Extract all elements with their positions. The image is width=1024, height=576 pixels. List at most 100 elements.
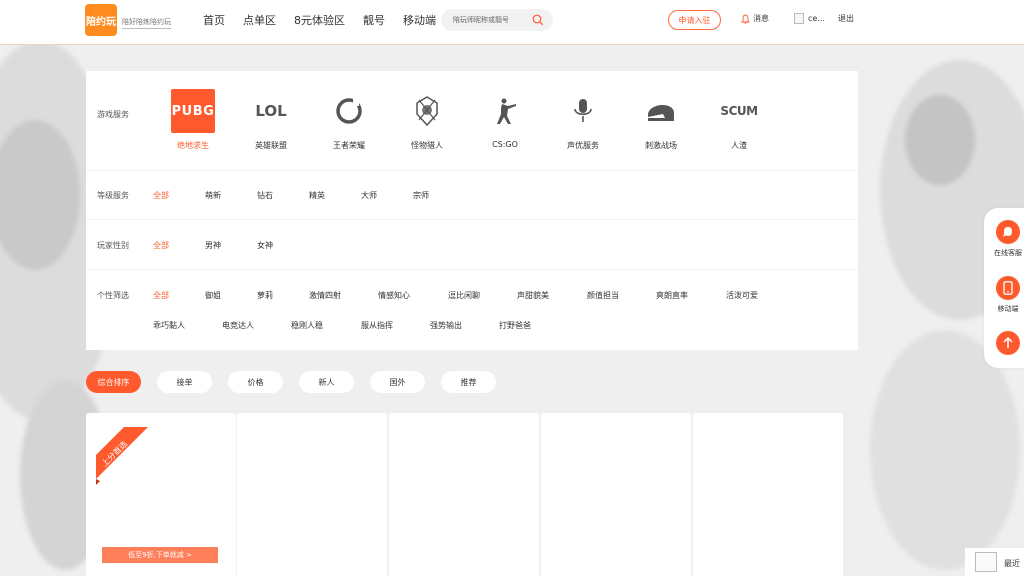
apply-join-button[interactable]: 申请入驻	[668, 10, 721, 30]
game-pubg[interactable]: PUBG 绝地求生	[154, 89, 232, 151]
game-honor-of-kings[interactable]: 王者荣耀	[310, 89, 388, 151]
gender-option-all[interactable]: 全部	[153, 240, 205, 251]
scum-logo-icon: SCUM	[720, 104, 758, 118]
level-option[interactable]: 钻石	[257, 190, 309, 201]
game-name: 人渣	[731, 141, 747, 150]
mobile-app-label: 移动端	[997, 305, 1019, 313]
sort-tab-overall[interactable]: 综合排序	[86, 371, 141, 393]
personality-option[interactable]: 活泼可爱	[726, 290, 786, 301]
personality-option[interactable]: 乖巧黏人	[153, 320, 222, 331]
player-card[interactable]	[693, 413, 843, 576]
game-service-label: 游戏服务	[97, 110, 129, 119]
game-csgo[interactable]: CS:GO	[466, 89, 544, 151]
level-option-all[interactable]: 全部	[153, 190, 205, 201]
filter-panel: 游戏服务 PUBG 绝地求生 LOL 英雄联盟 王者荣耀 怪物猎人 CS:GO …	[86, 71, 858, 350]
level-option[interactable]: 大师	[361, 190, 413, 201]
personality-options-row2: 乖巧黏人 电竞达人 稳刚人稳 服从指挥 强势输出 打野爸爸	[153, 320, 568, 331]
level-options: 全部 萌新 钻石 精英 大师 宗师	[153, 190, 465, 201]
level-option[interactable]: 萌新	[205, 190, 257, 201]
sort-tab-overseas[interactable]: 国外	[370, 371, 425, 393]
nav-vanity-number[interactable]: 靓号	[363, 12, 385, 28]
game-lol[interactable]: LOL 英雄联盟	[232, 89, 310, 151]
game-name: 绝地求生	[177, 141, 209, 150]
game-pubg-mobile[interactable]: 刺激战场	[622, 89, 700, 151]
logo-text: 陪约玩	[86, 16, 116, 28]
csgo-logo-icon	[483, 89, 527, 133]
player-card[interactable]	[541, 413, 691, 576]
logo-slogan: 陪好陪练陪约玩	[122, 17, 171, 29]
level-option[interactable]: 宗师	[413, 190, 465, 201]
search-input[interactable]	[453, 12, 533, 28]
microphone-icon	[561, 89, 605, 133]
sort-tab-new[interactable]: 新人	[299, 371, 354, 393]
game-voice-service[interactable]: 声优服务	[544, 89, 622, 151]
site-logo[interactable]: 陪约玩	[85, 4, 117, 36]
personality-option[interactable]: 稳刚人稳	[291, 320, 361, 331]
game-name: 怪物猎人	[411, 141, 443, 150]
game-name: 王者荣耀	[333, 141, 365, 150]
nav-trial-zone[interactable]: 8元体验区	[294, 12, 345, 28]
game-scum[interactable]: SCUM 人渣	[700, 89, 778, 151]
back-to-top-button[interactable]	[996, 331, 1020, 355]
messages-link[interactable]: 消息	[741, 13, 769, 24]
honor-of-kings-logo-icon	[327, 89, 371, 133]
personality-option[interactable]: 御姐	[205, 290, 257, 301]
helmet-icon	[639, 89, 683, 133]
user-menu[interactable]: ce...	[794, 13, 825, 24]
monster-hunter-logo-icon	[405, 89, 449, 133]
personality-option[interactable]: 爽朗直率	[656, 290, 726, 301]
lol-logo-icon: LOL	[255, 102, 287, 120]
player-gender-label: 玩家性别	[97, 241, 129, 250]
gender-option[interactable]: 女神	[257, 240, 309, 251]
recent-label: 最近	[1004, 559, 1020, 568]
player-card[interactable]: 上分首选 低至9折,下单就减 >	[86, 413, 236, 576]
personality-options-row1: 全部 御姐 萝莉 激情四射 情感知心 逗比闲聊 声甜貌美 颜值担当 爽朗直率 活…	[153, 290, 786, 301]
game-monster-hunter[interactable]: 怪物猎人	[388, 89, 466, 151]
game-name: CS:GO	[492, 140, 518, 149]
level-service-label: 等级服务	[97, 191, 129, 200]
nav-mobile[interactable]: 移动端	[403, 12, 436, 28]
gender-option[interactable]: 男神	[205, 240, 257, 251]
game-list: PUBG 绝地求生 LOL 英雄联盟 王者荣耀 怪物猎人 CS:GO 声优服务 …	[154, 89, 778, 151]
pubg-logo-icon: PUBG	[171, 89, 215, 133]
personality-option[interactable]: 情感知心	[378, 290, 448, 301]
online-service-button[interactable]: 在线客服	[994, 220, 1022, 258]
divider	[86, 170, 858, 171]
game-name: 英雄联盟	[255, 141, 287, 150]
personality-option[interactable]: 声甜貌美	[517, 290, 587, 301]
personality-option[interactable]: 颜值担当	[587, 290, 656, 301]
mobile-app-button[interactable]: 移动端	[996, 276, 1020, 314]
main-nav: 首页 点单区 8元体验区 靓号 移动端	[203, 12, 436, 28]
messages-label: 消息	[753, 14, 769, 23]
online-service-label: 在线客服	[994, 249, 1022, 257]
search-icon[interactable]	[532, 14, 544, 26]
player-card[interactable]	[389, 413, 539, 576]
personality-option[interactable]: 电竞达人	[222, 320, 291, 331]
search-box	[441, 9, 553, 31]
top-header: 陪约玩 陪好陪练陪约玩 首页 点单区 8元体验区 靓号 移动端 申请入驻 消息 …	[0, 0, 1024, 45]
level-option[interactable]: 精英	[309, 190, 361, 201]
personality-option[interactable]: 萝莉	[257, 290, 309, 301]
personality-option[interactable]: 服从指挥	[361, 320, 430, 331]
logout-link[interactable]: 退出	[838, 13, 854, 24]
sort-tab-accepting[interactable]: 接单	[157, 371, 212, 393]
user-name: ce...	[808, 14, 825, 23]
mobile-phone-icon	[996, 276, 1020, 300]
gender-options: 全部 男神 女神	[153, 240, 309, 251]
divider	[86, 269, 858, 270]
floating-sidebar: 在线客服 移动端	[984, 208, 1024, 368]
personality-option-all[interactable]: 全部	[153, 290, 205, 301]
discount-promo-banner[interactable]: 低至9折,下单就减 >	[102, 547, 218, 563]
nav-order-zone[interactable]: 点单区	[243, 12, 276, 28]
player-card[interactable]	[237, 413, 387, 576]
personality-option[interactable]: 逗比闲聊	[448, 290, 517, 301]
nav-home[interactable]: 首页	[203, 12, 225, 28]
sort-tab-price[interactable]: 价格	[228, 371, 283, 393]
personality-option[interactable]: 打野爸爸	[499, 320, 568, 331]
sort-tab-recommended[interactable]: 推荐	[441, 371, 496, 393]
divider	[86, 219, 858, 220]
chat-icon	[996, 220, 1020, 244]
personality-option[interactable]: 强势输出	[430, 320, 499, 331]
recent-widget[interactable]: 最近	[965, 548, 1024, 576]
personality-option[interactable]: 激情四射	[309, 290, 378, 301]
